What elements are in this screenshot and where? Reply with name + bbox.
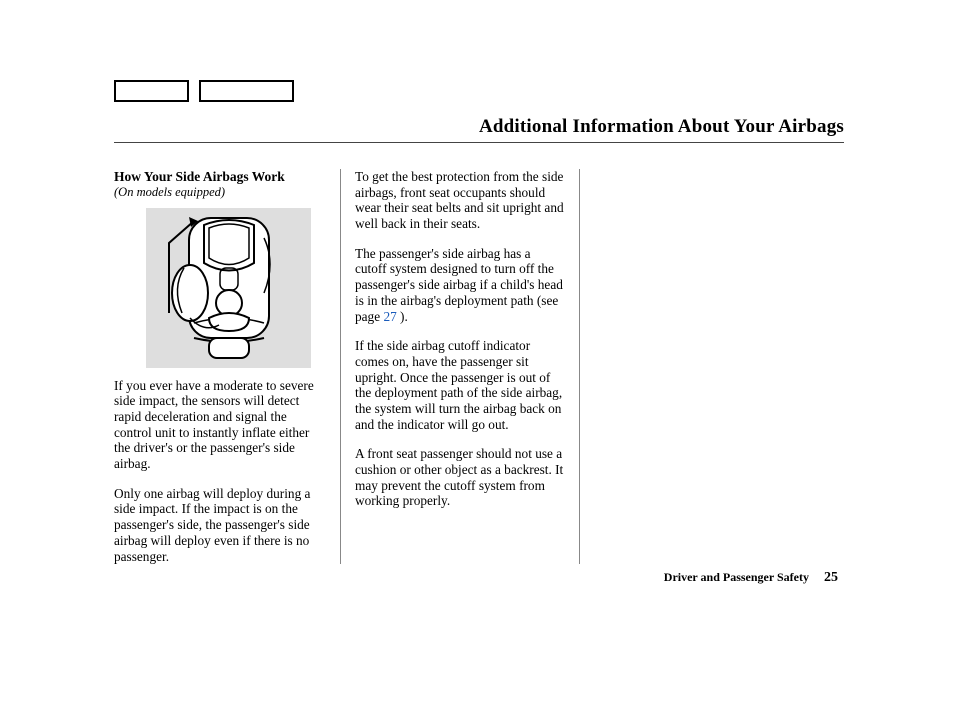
section-heading: How Your Side Airbags Work — [114, 169, 324, 185]
seat-airbag-illustration — [146, 208, 311, 368]
page-reference-link[interactable]: 27 — [383, 309, 396, 324]
column-1: How Your Side Airbags Work (On models eq… — [114, 169, 340, 564]
footer-section-label: Driver and Passenger Safety — [664, 570, 809, 584]
header-boxes — [114, 80, 844, 102]
body-columns: How Your Side Airbags Work (On models eq… — [114, 169, 844, 564]
column-2: To get the best protection from the side… — [340, 169, 580, 564]
col2-para-1: To get the best protection from the side… — [355, 169, 565, 232]
page-title: Additional Information About Your Airbag… — [114, 116, 844, 143]
col1-para-2: Only one airbag will deploy during a sid… — [114, 486, 324, 564]
col1-para-1: If you ever have a moderate to severe si… — [114, 378, 324, 472]
header-box-2 — [199, 80, 294, 102]
col2-para-3: If the side airbag cutoff indicator come… — [355, 338, 565, 432]
col2-para-2: The passenger's side airbag has a cutoff… — [355, 246, 565, 324]
col2-p2-text-b: ). — [397, 309, 408, 324]
header-box-1 — [114, 80, 189, 102]
section-note: (On models equipped) — [114, 185, 324, 200]
seat-top-view-icon — [164, 213, 294, 363]
column-3 — [580, 169, 810, 564]
page-content: Additional Information About Your Airbag… — [114, 80, 844, 564]
footer-page-number: 25 — [824, 570, 838, 585]
col2-para-4: A front seat passenger should not use a … — [355, 446, 565, 509]
page-footer: Driver and Passenger Safety 25 — [664, 570, 838, 586]
